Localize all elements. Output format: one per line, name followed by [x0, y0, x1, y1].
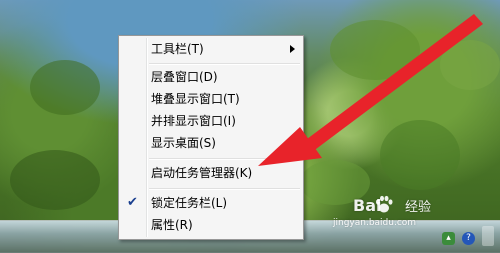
foliage-shape: [10, 150, 100, 210]
menu-item-toolbars[interactable]: 工具栏(T): [121, 38, 301, 60]
baidu-jingyan-watermark: Bai 经验 jingyan.baidu.com: [333, 195, 483, 230]
help-tray-icon[interactable]: ?: [462, 232, 475, 245]
watermark-brand-cn: 经验: [405, 200, 432, 215]
foliage-shape: [330, 20, 420, 80]
foliage-shape: [380, 120, 460, 190]
menu-item-properties[interactable]: 属性(R): [121, 214, 301, 236]
menu-item-show-desktop[interactable]: 显示桌面(S): [121, 132, 301, 154]
taskbar-context-menu: 工具栏(T) 层叠窗口(D) 堆叠显示窗口(T) 并排显示窗口(I) 显示桌面(…: [118, 35, 304, 240]
menu-item-stack-windows[interactable]: 堆叠显示窗口(T): [121, 88, 301, 110]
menu-separator: [149, 158, 300, 160]
menu-item-label: 堆叠显示窗口(T): [151, 92, 240, 106]
menu-item-label: 工具栏(T): [151, 42, 204, 56]
menu-separator: [149, 188, 300, 190]
flag-tray-icon[interactable]: ▴: [442, 232, 455, 245]
menu-item-label: 层叠窗口(D): [151, 70, 218, 84]
menu-item-label: 属性(R): [151, 218, 193, 232]
check-icon: ✔: [127, 195, 138, 210]
submenu-arrow-icon: [290, 45, 295, 53]
foliage-shape: [440, 40, 500, 90]
menu-item-task-manager[interactable]: 启动任务管理器(K): [121, 162, 301, 184]
baidu-paw-icon: [376, 195, 393, 213]
watermark-url: jingyan.baidu.com: [333, 218, 417, 228]
menu-item-cascade-windows[interactable]: 层叠窗口(D): [121, 66, 301, 88]
menu-item-label: 启动任务管理器(K): [151, 166, 253, 180]
show-desktop-icon[interactable]: [482, 226, 494, 246]
foliage-shape: [30, 60, 100, 115]
menu-item-label: 显示桌面(S): [151, 136, 216, 150]
menu-item-side-by-side[interactable]: 并排显示窗口(I): [121, 110, 301, 132]
menu-item-lock-taskbar[interactable]: ✔ 锁定任务栏(L): [121, 192, 301, 214]
menu-item-label: 并排显示窗口(I): [151, 114, 236, 128]
menu-separator: [149, 63, 300, 65]
menu-item-label: 锁定任务栏(L): [151, 196, 228, 210]
